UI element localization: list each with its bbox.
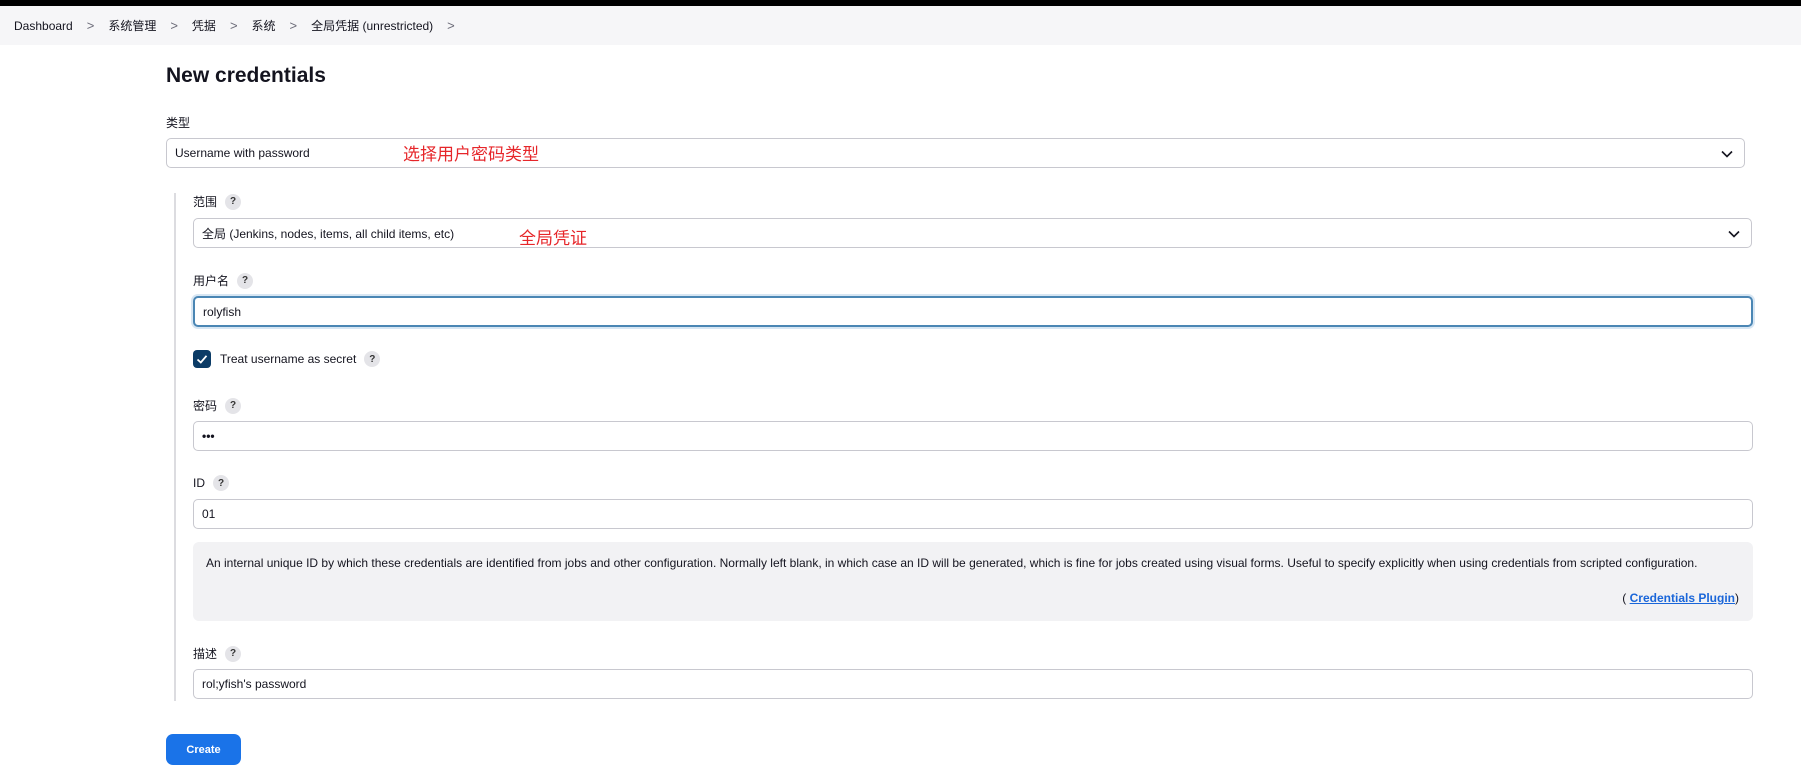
chevron-right-icon: > [289, 18, 298, 33]
help-icon[interactable]: ? [225, 645, 242, 662]
chevron-right-icon: > [229, 18, 238, 33]
username-label: 用户名 ? [193, 272, 254, 289]
password-label-text: 密码 [193, 399, 218, 413]
treat-username-secret-checkbox[interactable] [193, 350, 211, 368]
id-input-value: 01 [202, 507, 216, 521]
scope-annotation: 全局凭证 [519, 229, 587, 249]
breadcrumb-credentials[interactable]: 凭据 [192, 17, 216, 34]
kind-label-text: 类型 [166, 116, 191, 130]
id-help-text: An internal unique ID by which these cre… [206, 556, 1698, 570]
id-label: ID ? [193, 475, 229, 491]
breadcrumb-dashboard[interactable]: Dashboard [14, 19, 73, 33]
breadcrumb-system[interactable]: 系统 [252, 17, 276, 34]
nested-section-divider [174, 193, 176, 701]
checkmark-icon [196, 355, 208, 364]
username-input[interactable]: rolyfish [193, 296, 1753, 327]
chevron-down-icon [1728, 230, 1740, 238]
chevron-right-icon: > [86, 18, 95, 33]
description-label-text: 描述 [193, 647, 218, 661]
treat-secret-label: Treat username as secret ? [220, 350, 381, 368]
kind-select-value: Username with password [175, 146, 310, 160]
help-icon[interactable]: ? [225, 193, 242, 210]
chevron-right-icon[interactable]: > [447, 18, 455, 33]
id-label-text: ID [193, 476, 205, 490]
help-icon[interactable]: ? [225, 397, 242, 414]
breadcrumb-system-manage[interactable]: 系统管理 [108, 17, 156, 34]
breadcrumb-global-domain[interactable]: 全局凭据 (unrestricted) [311, 17, 433, 34]
description-label: 描述 ? [193, 645, 242, 662]
id-help-box: An internal unique ID by which these cre… [193, 542, 1753, 621]
kind-annotation: 选择用户密码类型 [403, 145, 539, 165]
scope-label-text: 范围 [193, 195, 218, 209]
page-title: New credentials [166, 64, 326, 87]
password-label: 密码 ? [193, 397, 242, 414]
help-icon[interactable]: ? [213, 475, 229, 491]
description-input-value: rol;yfish's password [202, 677, 307, 691]
credentials-plugin-link[interactable]: Credentials Plugin [1630, 591, 1735, 605]
plugin-attribution: ( Credentials Plugin) [1622, 589, 1739, 607]
description-input[interactable]: rol;yfish's password [193, 669, 1753, 699]
help-icon[interactable]: ? [364, 351, 381, 367]
breadcrumb: Dashboard > 系统管理 > 凭据 > 系统 > 全局凭据 (unres… [0, 6, 1801, 45]
kind-label: 类型 [166, 114, 190, 131]
plugin-open-paren: ( [1622, 591, 1627, 605]
scope-select-value: 全局 (Jenkins, nodes, items, all child ite… [202, 226, 455, 241]
create-button[interactable]: Create [166, 734, 241, 765]
help-icon[interactable]: ? [237, 272, 254, 289]
password-input-value: ••• [202, 429, 215, 443]
plugin-close-paren: ) [1735, 591, 1739, 605]
password-input[interactable]: ••• [193, 421, 1753, 451]
id-input[interactable]: 01 [193, 499, 1753, 529]
treat-secret-label-text[interactable]: Treat username as secret [220, 352, 356, 366]
scope-select[interactable]: 全局 (Jenkins, nodes, items, all child ite… [193, 218, 1752, 248]
scope-label: 范围 ? [193, 193, 242, 210]
chevron-down-icon [1721, 150, 1733, 158]
chevron-right-icon: > [170, 18, 178, 33]
username-label-text: 用户名 [193, 274, 230, 288]
username-input-value: rolyfish [203, 304, 242, 319]
